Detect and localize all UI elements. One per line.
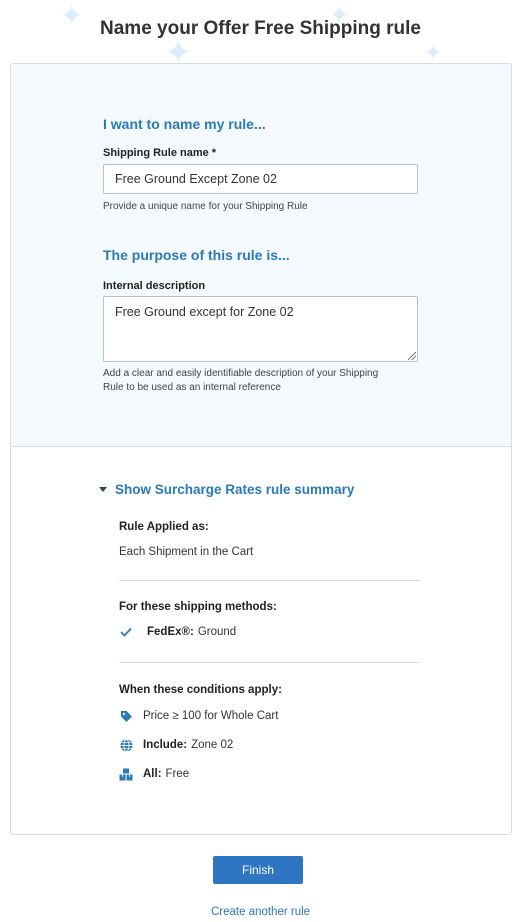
method-service: Ground [197, 626, 237, 638]
method-carrier: FedEx®: [147, 626, 194, 638]
purpose-section-heading: The purpose of this rule is... [103, 247, 290, 263]
applied-as-value: Each Shipment in the Cart [119, 546, 254, 558]
description-help-line1: Add a clear and easily identifiable desc… [103, 368, 379, 379]
shipping-method-item: FedEx®: Ground [119, 625, 236, 639]
summary-toggle[interactable]: Show Surcharge Rates rule summary [99, 482, 354, 497]
rule-name-help: Provide a unique name for your Shipping … [103, 201, 308, 212]
rule-name-label: Shipping Rule name * [103, 147, 217, 159]
condition-all-value: Free [165, 768, 190, 780]
name-section-heading: I want to name my rule... [103, 116, 266, 132]
divider [119, 580, 421, 581]
page-title-rule-type: Offer Free Shipping rule [203, 18, 421, 39]
page-title: Name your Offer Free Shipping rule [0, 18, 517, 40]
summary-toggle-label: Show Surcharge Rates rule summary [115, 482, 355, 497]
finish-button[interactable]: Finish [213, 856, 303, 884]
conditions-label: When these conditions apply: [119, 684, 282, 696]
tag-icon [119, 709, 133, 723]
boxes-icon [119, 767, 133, 781]
divider [119, 662, 421, 663]
description-textarea[interactable]: Free Ground except for Zone 02 [103, 296, 418, 362]
condition-price: Price ≥ 100 for Whole Cart [119, 709, 278, 723]
condition-price-text: Price ≥ 100 for Whole Cart [143, 710, 279, 722]
rule-card: I want to name my rule... Shipping Rule … [10, 63, 512, 835]
description-help-line2: Rule to be used as an internal reference [103, 382, 281, 393]
condition-include: Include: Zone 02 [119, 738, 233, 752]
textarea-resize-handle[interactable] [408, 352, 416, 360]
create-another-rule-link[interactable]: Create another rule [0, 906, 517, 918]
sparkle-icon: ✦ [424, 40, 443, 65]
page-title-prefix: Name your [100, 18, 199, 39]
condition-include-value: Zone 02 [191, 739, 234, 751]
globe-icon [119, 738, 133, 752]
condition-all-label: All: [143, 768, 162, 780]
rule-name-input[interactable] [103, 164, 418, 194]
applied-as-label: Rule Applied as: [119, 521, 209, 533]
shipping-methods-label: For these shipping methods: [119, 601, 277, 613]
condition-all: All: Free [119, 767, 189, 781]
caret-down-icon [99, 487, 107, 492]
description-label: Internal description [103, 280, 206, 292]
description-help: Add a clear and easily identifiable desc… [103, 367, 378, 395]
check-icon [119, 625, 133, 639]
condition-include-label: Include: [143, 739, 188, 751]
